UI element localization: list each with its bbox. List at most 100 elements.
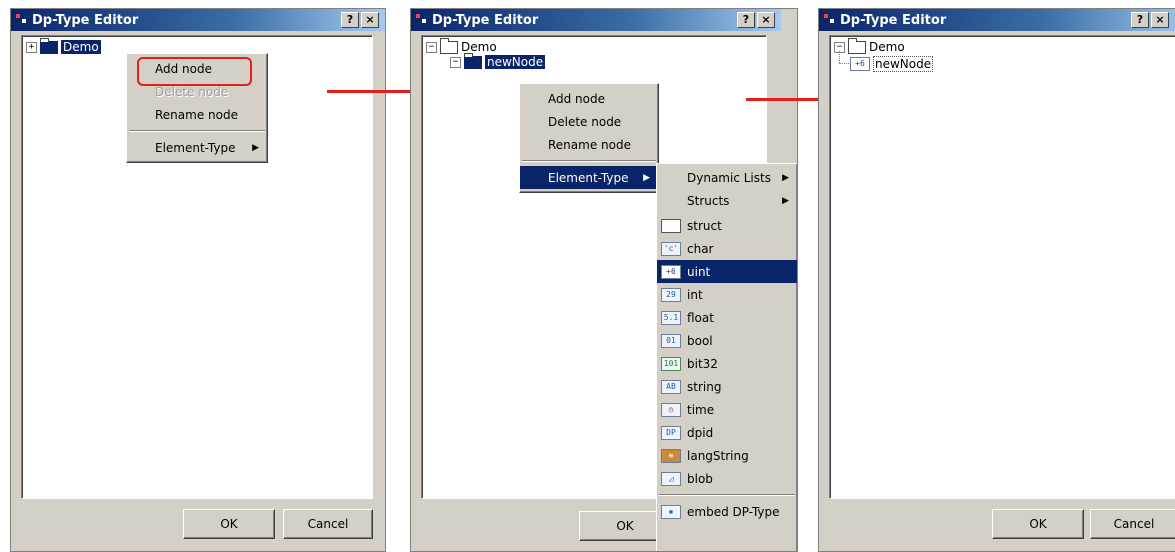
time-icon: ◷ [661, 402, 681, 417]
menu-item-label: string [687, 379, 722, 394]
highlight-box [137, 57, 252, 86]
cancel-button[interactable]: Cancel [283, 509, 373, 539]
menu-item-label: char [687, 241, 714, 256]
app-icon [824, 14, 836, 26]
collapse-icon[interactable]: − [426, 41, 437, 53]
submenu-arrow-icon: ▶ [782, 172, 789, 183]
window-title: Dp-Type Editor [432, 12, 539, 28]
tree-node-demo[interactable]: − Demo [426, 37, 497, 54]
context-menu: Add node Delete node Rename node Element… [519, 83, 659, 193]
folder-icon [464, 52, 482, 69]
submenu-item-int[interactable]: 29 int [657, 283, 797, 306]
int-icon: 29 [661, 287, 681, 302]
help-button[interactable]: ? [737, 12, 755, 28]
submenu-arrow-icon: ▶ [643, 172, 650, 183]
submenu-item-dpid[interactable]: DP dpid [657, 421, 797, 444]
submenu-item-time[interactable]: ◷ time [657, 398, 797, 421]
menu-item-label: Delete node [155, 84, 229, 99]
menu-item-label: bool [687, 333, 713, 348]
collapse-icon[interactable]: − [450, 56, 461, 68]
menu-item-rename-node[interactable]: Rename node [520, 133, 658, 156]
blob-icon: ◿ [661, 471, 681, 486]
string-icon: AB [661, 379, 681, 394]
menu-item-label: Dynamic Lists [687, 170, 771, 185]
float-icon: 5.1 [661, 310, 681, 325]
bit32-icon: 101 [661, 356, 681, 371]
submenu-item-langstring[interactable]: ≡ langString [657, 444, 797, 467]
submenu-arrow-icon: ▶ [252, 142, 259, 153]
cancel-button[interactable]: Cancel [1090, 509, 1175, 539]
menu-separator [129, 130, 265, 132]
tree-node-label: newNode [873, 56, 934, 72]
submenu-item-float[interactable]: 5.1 float [657, 306, 797, 329]
submenu-item-dynamic-lists[interactable]: Dynamic Lists ▶ [657, 166, 797, 189]
menu-item-label: Element-Type [155, 140, 236, 155]
element-type-submenu: Dynamic Lists ▶ Structs ▶ struct 'c' char +… [656, 163, 797, 551]
tree-node-demo[interactable]: + Demo [26, 37, 101, 54]
menu-item-label: langString [687, 448, 749, 463]
embed-icon: ▪ [661, 504, 681, 519]
submenu-item-blob[interactable]: ◿ blob [657, 467, 797, 490]
close-button[interactable]: × [361, 12, 379, 28]
submenu-item-structs[interactable]: Structs ▶ [657, 189, 797, 212]
ok-button[interactable]: OK [183, 509, 275, 539]
folder-icon [848, 37, 866, 54]
title-bar: Dp-Type Editor ? × [819, 9, 1175, 31]
help-button[interactable]: ? [1131, 12, 1149, 28]
menu-item-rename-node[interactable]: Rename node [127, 103, 267, 126]
menu-item-label: dpid [687, 425, 714, 440]
tree-node-newnode[interactable]: − newNode [450, 52, 546, 69]
window-title: Dp-Type Editor [840, 12, 947, 28]
menu-item-element-type[interactable]: Element-Type ▶ [520, 166, 658, 189]
uint-icon: +6 [661, 264, 681, 279]
app-icon [16, 14, 28, 26]
help-button[interactable]: ? [341, 12, 359, 28]
menu-item-label: int [687, 287, 703, 302]
menu-item-label: Delete node [548, 114, 622, 129]
menu-item-label: time [687, 402, 715, 417]
app-icon [416, 14, 428, 26]
expand-icon[interactable]: + [26, 41, 37, 53]
submenu-item-uint[interactable]: +6 uint [657, 260, 797, 283]
ok-button[interactable]: OK [992, 509, 1084, 539]
tree-node-label: Demo [869, 40, 905, 54]
flow-arrow-1 [327, 90, 413, 93]
tree-node-demo[interactable]: − Demo [834, 37, 905, 54]
tree-connector [839, 51, 840, 63]
window-title: Dp-Type Editor [32, 12, 139, 28]
menu-separator [659, 494, 795, 496]
menu-item-element-type[interactable]: Element-Type ▶ [127, 136, 267, 159]
close-button[interactable]: × [1151, 12, 1169, 28]
submenu-item-char[interactable]: 'c' char [657, 237, 797, 260]
submenu-item-bool[interactable]: 01 bool [657, 329, 797, 352]
title-bar: Dp-Type Editor ? × [11, 9, 385, 31]
tree-node-label: newNode [485, 55, 546, 69]
menu-item-label: uint [687, 264, 711, 279]
title-bar: Dp-Type Editor ? × [411, 9, 781, 31]
submenu-arrow-icon: ▶ [782, 195, 789, 206]
struct-folder-icon [661, 218, 681, 233]
menu-item-delete-node[interactable]: Delete node [520, 110, 658, 133]
menu-item-label: struct [687, 218, 722, 233]
folder-icon [40, 37, 58, 54]
menu-item-add-node[interactable]: Add node [520, 87, 658, 110]
tree-node-label: Demo [61, 40, 101, 54]
submenu-item-string[interactable]: AB string [657, 375, 797, 398]
uint-icon: +6 [850, 57, 870, 71]
submenu-item-embed-dp-type[interactable]: ▪ embed DP-Type [657, 500, 797, 523]
bool-icon: 01 [661, 333, 681, 348]
menu-separator [522, 160, 656, 162]
submenu-item-struct[interactable]: struct [657, 214, 797, 237]
menu-item-label: Element-Type [548, 170, 629, 185]
tree-node-newnode[interactable]: +6 newNode [850, 56, 934, 72]
menu-item-label: float [687, 310, 714, 325]
submenu-item-bit32[interactable]: 101 bit32 [657, 352, 797, 375]
dialog-panel-2: Dp-Type Editor ? × − Demo − newNode OK A… [410, 8, 798, 552]
dialog-panel-3: Dp-Type Editor ? × − Demo +6 newNode OK … [818, 8, 1175, 552]
menu-item-label: Rename node [155, 107, 238, 122]
tree-view[interactable]: − Demo +6 newNode [829, 35, 1175, 499]
menu-item-label: Structs [687, 193, 730, 208]
menu-item-label: blob [687, 471, 713, 486]
langstring-icon: ≡ [661, 448, 681, 463]
close-button[interactable]: × [757, 12, 775, 28]
